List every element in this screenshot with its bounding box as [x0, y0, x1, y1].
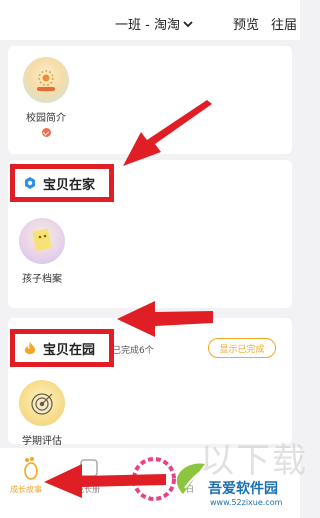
campus-intro-label: 校园简介 — [26, 113, 66, 124]
nav-growth-album[interactable]: 成长册 — [76, 484, 100, 495]
semester-assessment-label: 学期评估 — [22, 436, 62, 447]
chevron-down-icon — [183, 20, 193, 27]
class-selector[interactable]: 一班 - 淘淘 — [115, 14, 193, 33]
check-badge-icon — [41, 128, 51, 137]
child-archive-tile[interactable]: 孩子档案 — [12, 218, 72, 285]
child-archive-label: 孩子档案 — [22, 274, 62, 285]
class-name: 一班 - 淘淘 — [115, 18, 180, 33]
school-section-header: 宝贝在园 — [10, 329, 114, 367]
semester-assessment-tile[interactable]: 学期评估 — [12, 380, 72, 447]
school-section-title: 宝贝在园 — [43, 342, 96, 358]
campus-card: 校园简介 — [8, 46, 292, 154]
campus-intro-icon — [23, 57, 69, 103]
show-completed-button[interactable]: 显示已完成 — [208, 338, 276, 358]
child-archive-icon — [19, 218, 65, 264]
home-section-title: 宝贝在家 — [43, 177, 96, 193]
top-header: 一班 - 淘淘 预览 往届 — [0, 0, 300, 40]
past-button[interactable]: 往届 — [271, 14, 297, 33]
home-section-icon — [25, 177, 35, 189]
watermark-glyphs: 以下载 — [200, 441, 308, 481]
nav-partial-item[interactable]: 日 — [186, 484, 194, 495]
flame-icon — [25, 342, 35, 354]
completed-count: 已完成6个 — [112, 346, 154, 356]
watermark-name: 吾爱软件园 — [208, 481, 278, 497]
semester-assessment-icon — [19, 380, 65, 426]
home-section-header: 宝贝在家 — [10, 164, 114, 202]
preview-button[interactable]: 预览 — [233, 14, 259, 33]
campus-intro-tile[interactable]: 校园简介 — [16, 57, 76, 137]
nav-growth-story[interactable]: 成长故事 — [10, 484, 42, 495]
watermark-url: www.52zixue.com — [210, 498, 283, 507]
